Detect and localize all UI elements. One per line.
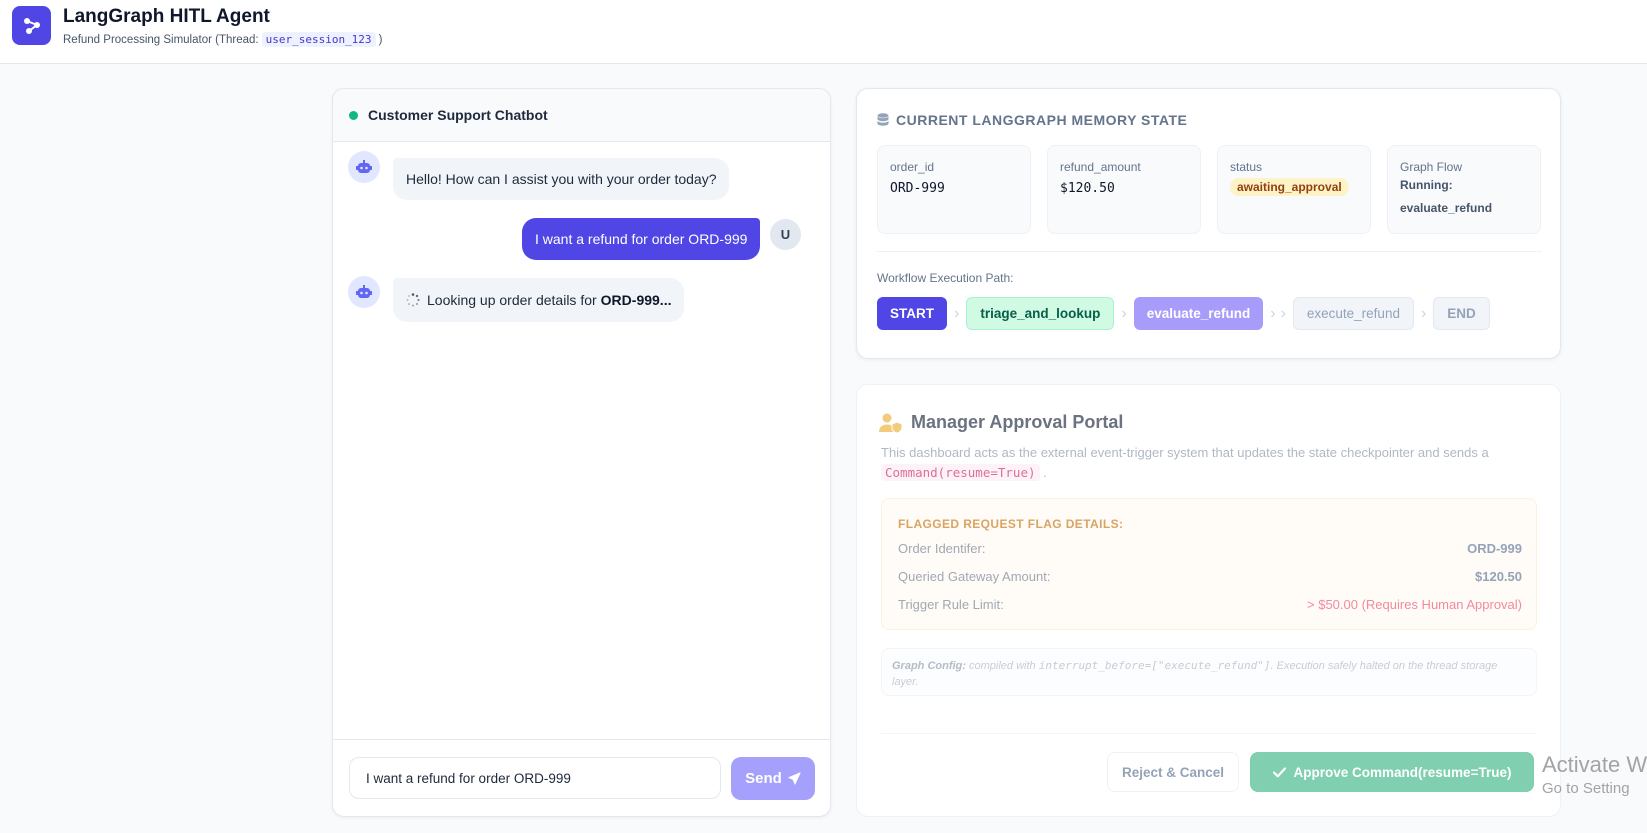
stat-label: status <box>1230 160 1263 174</box>
divider <box>881 733 1537 734</box>
paper-plane-icon <box>788 772 801 785</box>
database-icon <box>877 113 889 126</box>
watermark-line-1: Activate W <box>1542 752 1647 777</box>
user-message: I want a refund for order ORD-999 <box>522 218 761 260</box>
flag-value: $120.50 <box>1475 569 1522 584</box>
memory-state-title: CURRENT LANGGRAPH MEMORY STATE <box>877 112 1187 128</box>
chevron-right-icon: › <box>1280 304 1286 322</box>
send-label: Send <box>745 770 782 787</box>
state-graph-flow: Graph Flow Running: evaluate_refund <box>1387 145 1541 234</box>
flag-details-title: FLAGGED REQUEST FLAG DETAILS: <box>898 517 1124 531</box>
user-shield-icon <box>879 413 903 433</box>
workflow-path-label: Workflow Execution Path: <box>877 271 1014 285</box>
step-evaluate-refund: evaluate_refund <box>1133 297 1264 330</box>
chevron-right-icon: › <box>1121 304 1127 322</box>
step-end: END <box>1433 297 1490 330</box>
chat-header: Customer Support Chatbot <box>333 89 830 142</box>
chevron-right-icon: › <box>954 304 960 322</box>
flag-key: Queried Gateway Amount: <box>898 569 1051 584</box>
subtitle-prefix: Refund Processing Simulator (Thread: <box>63 33 259 46</box>
portal-title-text: Manager Approval Portal <box>911 412 1124 432</box>
graph-config-note: Graph Config: compiled with interrupt_be… <box>881 648 1537 696</box>
app-subtitle: Refund Processing Simulator (Thread: use… <box>63 32 382 47</box>
flag-value: ORD-999 <box>1467 541 1522 556</box>
stat-label: refund_amount <box>1060 160 1141 174</box>
online-status-dot <box>349 110 358 120</box>
check-icon <box>1272 766 1286 777</box>
reject-cancel-button[interactable]: Reject & Cancel <box>1107 752 1239 792</box>
flag-details-box: FLAGGED REQUEST FLAG DETAILS: Order Iden… <box>881 498 1537 630</box>
watermark-line-2: Go to Setting <box>1542 780 1630 797</box>
status-badge: awaiting_approval <box>1230 178 1349 196</box>
manager-approval-portal: Manager Approval Portal This dashboard a… <box>856 384 1561 817</box>
chat-panel: Customer Support Chatbot Hello! How can … <box>332 88 831 817</box>
bot-avatar-icon <box>348 151 380 183</box>
flag-key: Trigger Rule Limit: <box>898 597 1004 612</box>
memory-title-text: CURRENT LANGGRAPH MEMORY STATE <box>896 112 1188 128</box>
step-execute-refund: execute_refund <box>1292 297 1414 330</box>
stat-label: Graph Flow <box>1400 160 1463 174</box>
send-button[interactable]: Send <box>731 757 815 800</box>
flag-row-limit: Trigger Rule Limit: > $50.00 (Requires H… <box>898 597 1522 612</box>
config-label: Graph Config: <box>892 660 966 672</box>
flow-running: Running: <box>1400 178 1453 192</box>
workflow-path: START › triage_and_lookup › evaluate_ref… <box>877 297 1490 330</box>
config-code: interrupt_before=["execute_refund"] <box>1038 659 1271 672</box>
flag-value-warning: > $50.00 (Requires Human Approval) <box>1307 597 1522 612</box>
chat-input[interactable] <box>349 757 721 799</box>
app-header: LangGraph HITL Agent Refund Processing S… <box>0 0 1647 64</box>
flag-key: Order Identifer: <box>898 541 986 556</box>
activate-windows-watermark: Activate W Go to Setting <box>1542 752 1647 797</box>
bot-loading-message: Looking up order details for ORD-999... <box>393 278 685 322</box>
portal-command: Command(resume=True) <box>881 464 1040 481</box>
portal-description: This dashboard acts as the external even… <box>881 443 1541 483</box>
state-refund-amount: refund_amount $120.50 <box>1047 145 1201 234</box>
approve-command-button[interactable]: Approve Command(resume=True) <box>1250 752 1534 792</box>
user-avatar: U <box>770 219 801 250</box>
bot-message: Hello! How can I assist you with your or… <box>393 158 730 200</box>
thread-id: user_session_123 <box>261 32 376 47</box>
graph-logo-icon <box>12 6 51 45</box>
stat-label: order_id <box>890 160 935 174</box>
memory-state-card: CURRENT LANGGRAPH MEMORY STATE order_id … <box>856 88 1561 359</box>
step-start: START <box>877 297 947 330</box>
chevron-right-icon: › <box>1420 304 1427 322</box>
flag-row-amount: Queried Gateway Amount: $120.50 <box>898 569 1522 584</box>
state-status: status awaiting_approval <box>1217 145 1371 234</box>
loading-order-id: ORD-999... <box>600 292 672 308</box>
stat-value: ORD-999 <box>890 181 945 196</box>
chat-input-bar: Send <box>333 739 830 816</box>
portal-desc-end: . <box>1043 465 1047 480</box>
flow-node: evaluate_refund <box>1400 201 1493 215</box>
loading-text: Looking up order details for <box>427 292 597 308</box>
chat-title: Customer Support Chatbot <box>368 107 548 123</box>
state-order-id: order_id ORD-999 <box>877 145 1031 234</box>
step-triage-and-lookup: triage_and_lookup <box>966 297 1115 330</box>
portal-desc-text: This dashboard acts as the external even… <box>881 445 1489 460</box>
spinner-icon <box>406 293 420 307</box>
subtitle-suffix: ) <box>378 33 383 46</box>
divider <box>877 251 1542 252</box>
chevron-right-icon: › <box>1270 304 1276 322</box>
approve-label: Approve Command(resume=True) <box>1293 764 1512 780</box>
stat-value: $120.50 <box>1060 181 1115 196</box>
app-title: LangGraph HITL Agent <box>63 6 270 27</box>
bot-avatar-icon <box>348 276 380 308</box>
flag-row-order: Order Identifer: ORD-999 <box>898 541 1522 556</box>
config-text: compiled with <box>969 660 1036 672</box>
portal-title: Manager Approval Portal <box>879 412 1123 433</box>
